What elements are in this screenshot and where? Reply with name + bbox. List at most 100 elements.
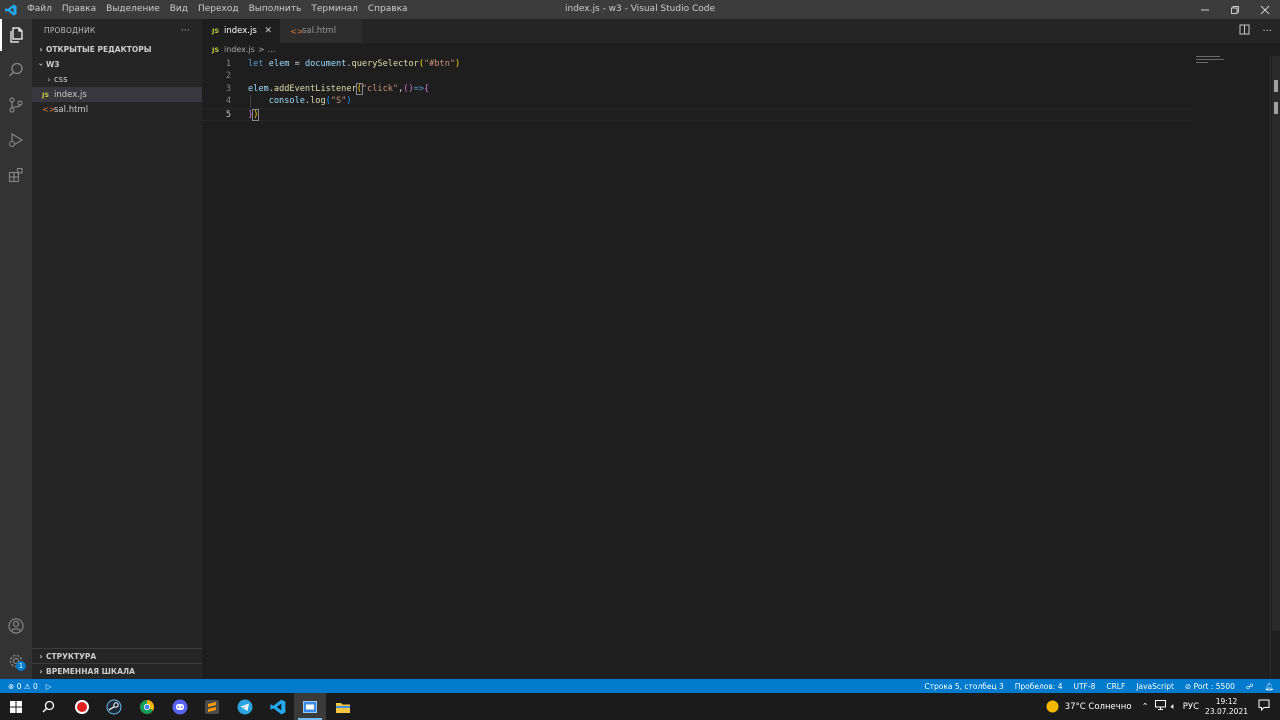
show-hidden-icons-button[interactable]: ⌃ (1142, 702, 1149, 712)
javascript-file-icon: JS (212, 45, 220, 54)
feedback-icon[interactable]: ☍ (1246, 682, 1254, 691)
windows-taskbar: 37°C Солнечно ⌃ 🔈︎ РУС 19:12 23.07.2021 (0, 693, 1280, 720)
breadcrumb-symbols[interactable]: ... (268, 45, 276, 54)
discord-icon (172, 699, 188, 714)
taskbar-chrome-app[interactable] (131, 693, 163, 720)
clock-time: 19:12 (1215, 696, 1238, 706)
minimize-button[interactable] (1190, 0, 1220, 19)
more-actions-icon[interactable]: ··· (1262, 26, 1272, 37)
warning-icon: ⚠ (23, 681, 31, 691)
scrollbar-thumb[interactable] (1272, 56, 1280, 631)
workspace-folder-label: W3 (46, 60, 60, 69)
menu-run[interactable]: Выполнить (244, 0, 307, 19)
weather-widget[interactable]: 37°C Солнечно (1046, 700, 1132, 713)
explorer-sidebar: ПРОВОДНИК ··· › ОТКРЫТЫЕ РЕДАКТОРЫ › W3 … (32, 19, 202, 679)
record-icon (75, 699, 89, 714)
restore-button[interactable] (1220, 0, 1250, 19)
split-editor-icon (1239, 24, 1250, 35)
taskbar-file-explorer-app[interactable] (327, 693, 359, 720)
window-controls (1190, 0, 1280, 19)
language-mode[interactable]: JavaScript (1136, 682, 1174, 691)
indentation[interactable]: Пробелов: 4 (1015, 682, 1063, 691)
manage-badge: 1 (16, 661, 26, 671)
line-number: 5 (225, 110, 231, 120)
notification-center-icon (1258, 699, 1270, 712)
close-window-button[interactable] (1250, 0, 1280, 19)
notifications-icon[interactable]: 🔔︎ (1264, 682, 1274, 691)
timeline-section[interactable]: › ВРЕМЕННАЯ ШКАЛА (32, 664, 202, 679)
breadcrumb-file[interactable]: index.js (224, 45, 255, 54)
clock[interactable]: 19:12 23.07.2021 (1205, 697, 1248, 717)
taskbar-search-button[interactable] (32, 693, 64, 720)
tab-index-js[interactable]: JS index.js ✕ (202, 19, 280, 43)
menu-go[interactable]: Переход (193, 0, 244, 19)
taskbar-recorder-app[interactable] (66, 693, 98, 720)
taskbar-steam-app[interactable] (98, 693, 130, 720)
network-icon[interactable] (1154, 700, 1166, 713)
sun-icon (1046, 700, 1059, 713)
workspace-folder[interactable]: › W3 (32, 57, 202, 72)
menu-view[interactable]: Вид (165, 0, 193, 19)
explorer-button[interactable] (0, 19, 32, 51)
open-editors-section[interactable]: › ОТКРЫТЫЕ РЕДАКТОРЫ (32, 42, 202, 57)
volume-icon[interactable]: 🔈︎ (1171, 702, 1176, 712)
menu-edit[interactable]: Правка (57, 0, 101, 19)
end-of-line[interactable]: CRLF (1106, 682, 1125, 691)
source-control-button[interactable] (0, 89, 32, 121)
javascript-file-icon: JS (212, 27, 220, 35)
search-icon (8, 62, 23, 77)
menu-file[interactable]: Файл (22, 0, 57, 19)
tab-sal-html[interactable]: <> sal.html (280, 19, 362, 43)
tree-item-label: sal.html (54, 104, 89, 115)
live-server-port[interactable]: ⊘ Port : 5500 (1185, 682, 1235, 691)
editor-tabs: JS index.js ✕ <> sal.html ··· (202, 19, 1280, 43)
manage-button[interactable]: 1 (0, 645, 32, 677)
menu-terminal[interactable]: Терминал (306, 0, 363, 19)
run-icon[interactable]: ▷ (46, 682, 52, 691)
line-number: 2 (225, 71, 231, 81)
taskbar-active-window[interactable] (294, 693, 326, 720)
tree-item-label: css (54, 74, 68, 85)
tree-file-sal-html[interactable]: <> sal.html (32, 102, 202, 117)
menu-selection[interactable]: Выделение (101, 0, 165, 19)
taskbar-telegram-app[interactable] (229, 693, 261, 720)
run-debug-icon (8, 132, 24, 148)
chrome-icon (140, 699, 154, 714)
line-number: 4 (225, 96, 231, 106)
outline-section[interactable]: › СТРУКТУРА (32, 649, 202, 664)
problems-indicator[interactable]: ⊗ 0 ⚠ 0 (8, 682, 38, 691)
extensions-button[interactable] (0, 159, 32, 191)
code-line: 4 console.log("S") (202, 95, 1192, 108)
vertical-scrollbar[interactable] (1270, 56, 1280, 679)
sublime-text-icon (205, 699, 219, 714)
tree-folder-css[interactable]: › css (32, 72, 202, 87)
search-button[interactable] (0, 54, 32, 86)
start-button[interactable] (0, 693, 32, 720)
taskbar-vscode-app[interactable] (262, 693, 294, 720)
code-line: 2 (202, 70, 1192, 83)
more-actions-icon[interactable]: ··· (181, 26, 190, 36)
tree-file-index-js[interactable]: JS index.js (32, 87, 202, 102)
vscode-logo-icon[interactable] (0, 0, 22, 19)
activity-bar: 1 (0, 19, 32, 679)
scroll-marker (1274, 80, 1278, 92)
windows-logo-icon (10, 700, 22, 713)
minimap[interactable] (1196, 56, 1226, 70)
taskbar-sublime-app[interactable] (196, 693, 228, 720)
action-center-button[interactable] (1258, 699, 1270, 714)
taskbar-discord-app[interactable] (164, 693, 196, 720)
encoding[interactable]: UTF-8 (1073, 682, 1095, 691)
cursor-position[interactable]: Строка 5, столбец 3 (924, 682, 1003, 691)
status-left: ⊗ 0 ⚠ 0 ▷ (0, 682, 52, 691)
clock-date: 23.07.2021 (1205, 706, 1248, 716)
code-text: console.log("S") (268, 96, 352, 106)
menu-help[interactable]: Справка (363, 0, 413, 19)
code-editor[interactable]: 1 let elem = document.querySelector("#bt… (202, 56, 1270, 679)
steam-icon (106, 699, 122, 714)
close-tab-icon[interactable]: ✕ (264, 26, 272, 36)
chevron-right-icon: › (47, 75, 51, 84)
accounts-button[interactable] (0, 610, 32, 642)
split-editor-button[interactable] (1239, 24, 1250, 38)
input-language[interactable]: РУС (1183, 702, 1199, 712)
run-debug-button[interactable] (0, 124, 32, 156)
